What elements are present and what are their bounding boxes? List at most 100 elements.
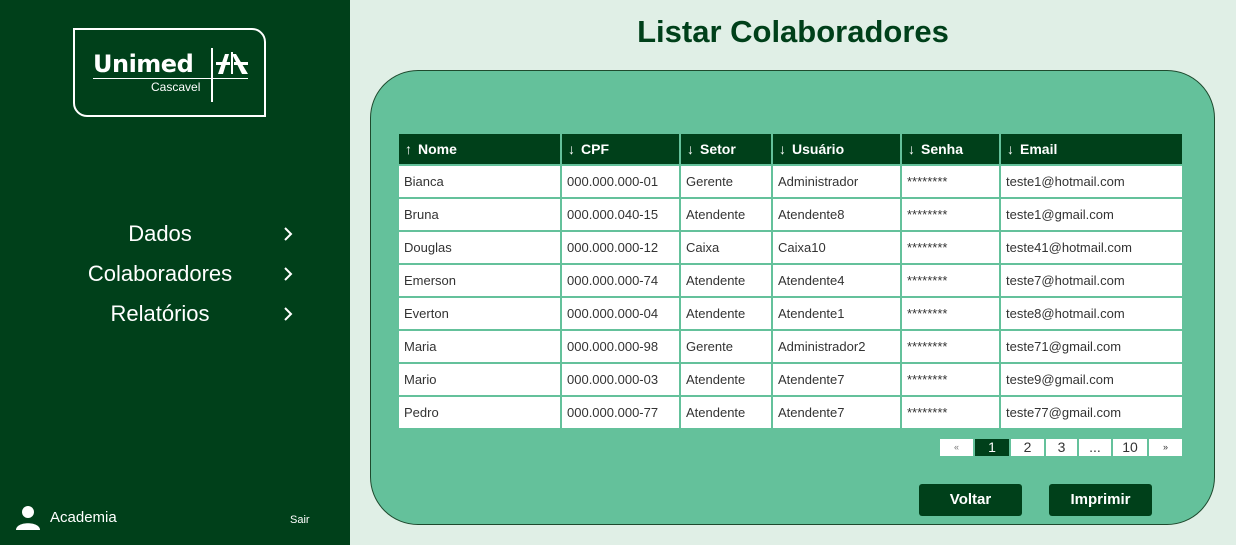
cell-senha: ********	[900, 230, 1001, 265]
chevron-right-icon	[284, 307, 293, 321]
print-button[interactable]: Imprimir	[1049, 484, 1152, 516]
table-row[interactable]: Emerson 000.000.000-74 Atendente Atendente4…	[397, 263, 1184, 298]
cell-senha: ********	[900, 296, 1001, 331]
column-header-nome[interactable]: ↑ Nome	[397, 132, 562, 166]
cell-email: teste8@hotmail.com	[999, 296, 1184, 331]
column-header-senha[interactable]: ↓ Senha	[900, 132, 1001, 166]
unimed-logo[interactable]: Unimed Cascavel	[73, 28, 266, 117]
page-title: Listar Colaboradores	[637, 14, 949, 49]
cell-setor: Gerente	[679, 329, 773, 364]
cell-usuario: Atendente7	[771, 362, 902, 397]
cell-cpf: 000.000.000-03	[560, 362, 681, 397]
cell-nome: Pedro	[397, 395, 562, 430]
sort-arrow-icon: ↑	[405, 141, 412, 157]
table-row[interactable]: Maria 000.000.000-98 Gerente Administrador2…	[397, 329, 1184, 364]
cell-usuario: Atendente7	[771, 395, 902, 430]
cell-setor: Gerente	[679, 164, 773, 199]
sidebar: Unimed Cascavel Dados Colaboradores Rela…	[0, 0, 350, 545]
column-header-label: Usuário	[792, 141, 845, 157]
sort-arrow-icon: ↓	[1007, 141, 1014, 157]
unimed-tree-icon	[216, 52, 248, 74]
cell-nome: Everton	[397, 296, 562, 331]
user-name: Academia	[50, 509, 117, 526]
cell-senha: ********	[900, 197, 1001, 232]
sidebar-item-dados[interactable]: Dados	[0, 217, 350, 253]
column-header-label: Email	[1020, 141, 1058, 157]
table-row[interactable]: Pedro 000.000.000-77 Atendente Atendente7 **…	[397, 395, 1184, 430]
column-header-label: Nome	[418, 141, 457, 157]
pagination-first-button[interactable]: «	[940, 439, 973, 456]
sort-arrow-icon: ↓	[779, 141, 786, 157]
table-row[interactable]: Douglas 000.000.000-12 Caixa Caixa10 *******…	[397, 230, 1184, 265]
table-header-row: ↑ Nome ↓ CPF ↓ Setor ↓ Usuário ↓ Senha ↓ Email	[397, 132, 1184, 166]
logo-brand-name: Unimed	[93, 50, 194, 78]
cell-cpf: 000.000.000-01	[560, 164, 681, 199]
cell-email: teste71@gmail.com	[999, 329, 1184, 364]
cell-setor: Caixa	[679, 230, 773, 265]
pagination-page-3[interactable]: 3	[1046, 439, 1077, 456]
pagination-page-10[interactable]: 10	[1113, 439, 1147, 456]
cell-usuario: Administrador	[771, 164, 902, 199]
pagination-ellipsis: ...	[1079, 439, 1111, 456]
cell-nome: Maria	[397, 329, 562, 364]
chevron-right-icon	[284, 267, 293, 281]
sort-arrow-icon: ↓	[568, 141, 575, 157]
sort-arrow-icon: ↓	[687, 141, 694, 157]
pagination-last-button[interactable]: »	[1149, 439, 1182, 456]
column-header-label: Senha	[921, 141, 964, 157]
cell-nome: Douglas	[397, 230, 562, 265]
cell-senha: ********	[900, 263, 1001, 298]
collaborators-table: ↑ Nome ↓ CPF ↓ Setor ↓ Usuário ↓ Senha ↓ Email…	[397, 132, 1184, 430]
user-icon	[16, 506, 40, 530]
cell-setor: Atendente	[679, 362, 773, 397]
cell-nome: Bruna	[397, 197, 562, 232]
back-button[interactable]: Voltar	[919, 484, 1022, 516]
sort-arrow-icon: ↓	[908, 141, 915, 157]
cell-usuario: Administrador2	[771, 329, 902, 364]
cell-senha: ********	[900, 395, 1001, 430]
cell-email: teste77@gmail.com	[999, 395, 1184, 430]
logout-link[interactable]: Sair	[290, 514, 310, 526]
sidebar-item-relatorios[interactable]: Relatórios	[0, 297, 350, 333]
cell-email: teste9@gmail.com	[999, 362, 1184, 397]
column-header-email[interactable]: ↓ Email	[999, 132, 1184, 166]
pagination: « 1 2 3 ... 10 »	[940, 439, 1184, 457]
cell-cpf: 000.000.000-74	[560, 263, 681, 298]
pagination-page-1[interactable]: 1	[975, 439, 1009, 456]
cell-setor: Atendente	[679, 263, 773, 298]
table-row[interactable]: Mario 000.000.000-03 Atendente Atendente7 **…	[397, 362, 1184, 397]
cell-cpf: 000.000.000-77	[560, 395, 681, 430]
cell-cpf: 000.000.000-04	[560, 296, 681, 331]
logo-city: Cascavel	[151, 80, 201, 94]
column-header-usuario[interactable]: ↓ Usuário	[771, 132, 902, 166]
cell-cpf: 000.000.040-15	[560, 197, 681, 232]
cell-email: teste41@hotmail.com	[999, 230, 1184, 265]
cell-email: teste1@gmail.com	[999, 197, 1184, 232]
logo-divider	[211, 48, 213, 102]
sidebar-item-colaboradores[interactable]: Colaboradores	[0, 257, 350, 293]
column-header-cpf[interactable]: ↓ CPF	[560, 132, 681, 166]
cell-senha: ********	[900, 362, 1001, 397]
cell-usuario: Atendente4	[771, 263, 902, 298]
cell-usuario: Atendente8	[771, 197, 902, 232]
column-header-label: CPF	[581, 141, 609, 157]
cell-email: teste7@hotmail.com	[999, 263, 1184, 298]
cell-setor: Atendente	[679, 395, 773, 430]
cell-nome: Emerson	[397, 263, 562, 298]
column-header-setor[interactable]: ↓ Setor	[679, 132, 773, 166]
pagination-page-2[interactable]: 2	[1011, 439, 1044, 456]
logo-underline	[93, 78, 248, 79]
table-row[interactable]: Bianca 000.000.000-01 Gerente Administrador…	[397, 164, 1184, 199]
cell-setor: Atendente	[679, 197, 773, 232]
cell-senha: ********	[900, 329, 1001, 364]
cell-email: teste1@hotmail.com	[999, 164, 1184, 199]
column-header-label: Setor	[700, 141, 736, 157]
cell-usuario: Caixa10	[771, 230, 902, 265]
cell-setor: Atendente	[679, 296, 773, 331]
table-row[interactable]: Bruna 000.000.040-15 Atendente Atendente8 **…	[397, 197, 1184, 232]
chevron-right-icon	[284, 227, 293, 241]
cell-senha: ********	[900, 164, 1001, 199]
cell-cpf: 000.000.000-98	[560, 329, 681, 364]
cell-nome: Bianca	[397, 164, 562, 199]
table-row[interactable]: Everton 000.000.000-04 Atendente Atendente1…	[397, 296, 1184, 331]
